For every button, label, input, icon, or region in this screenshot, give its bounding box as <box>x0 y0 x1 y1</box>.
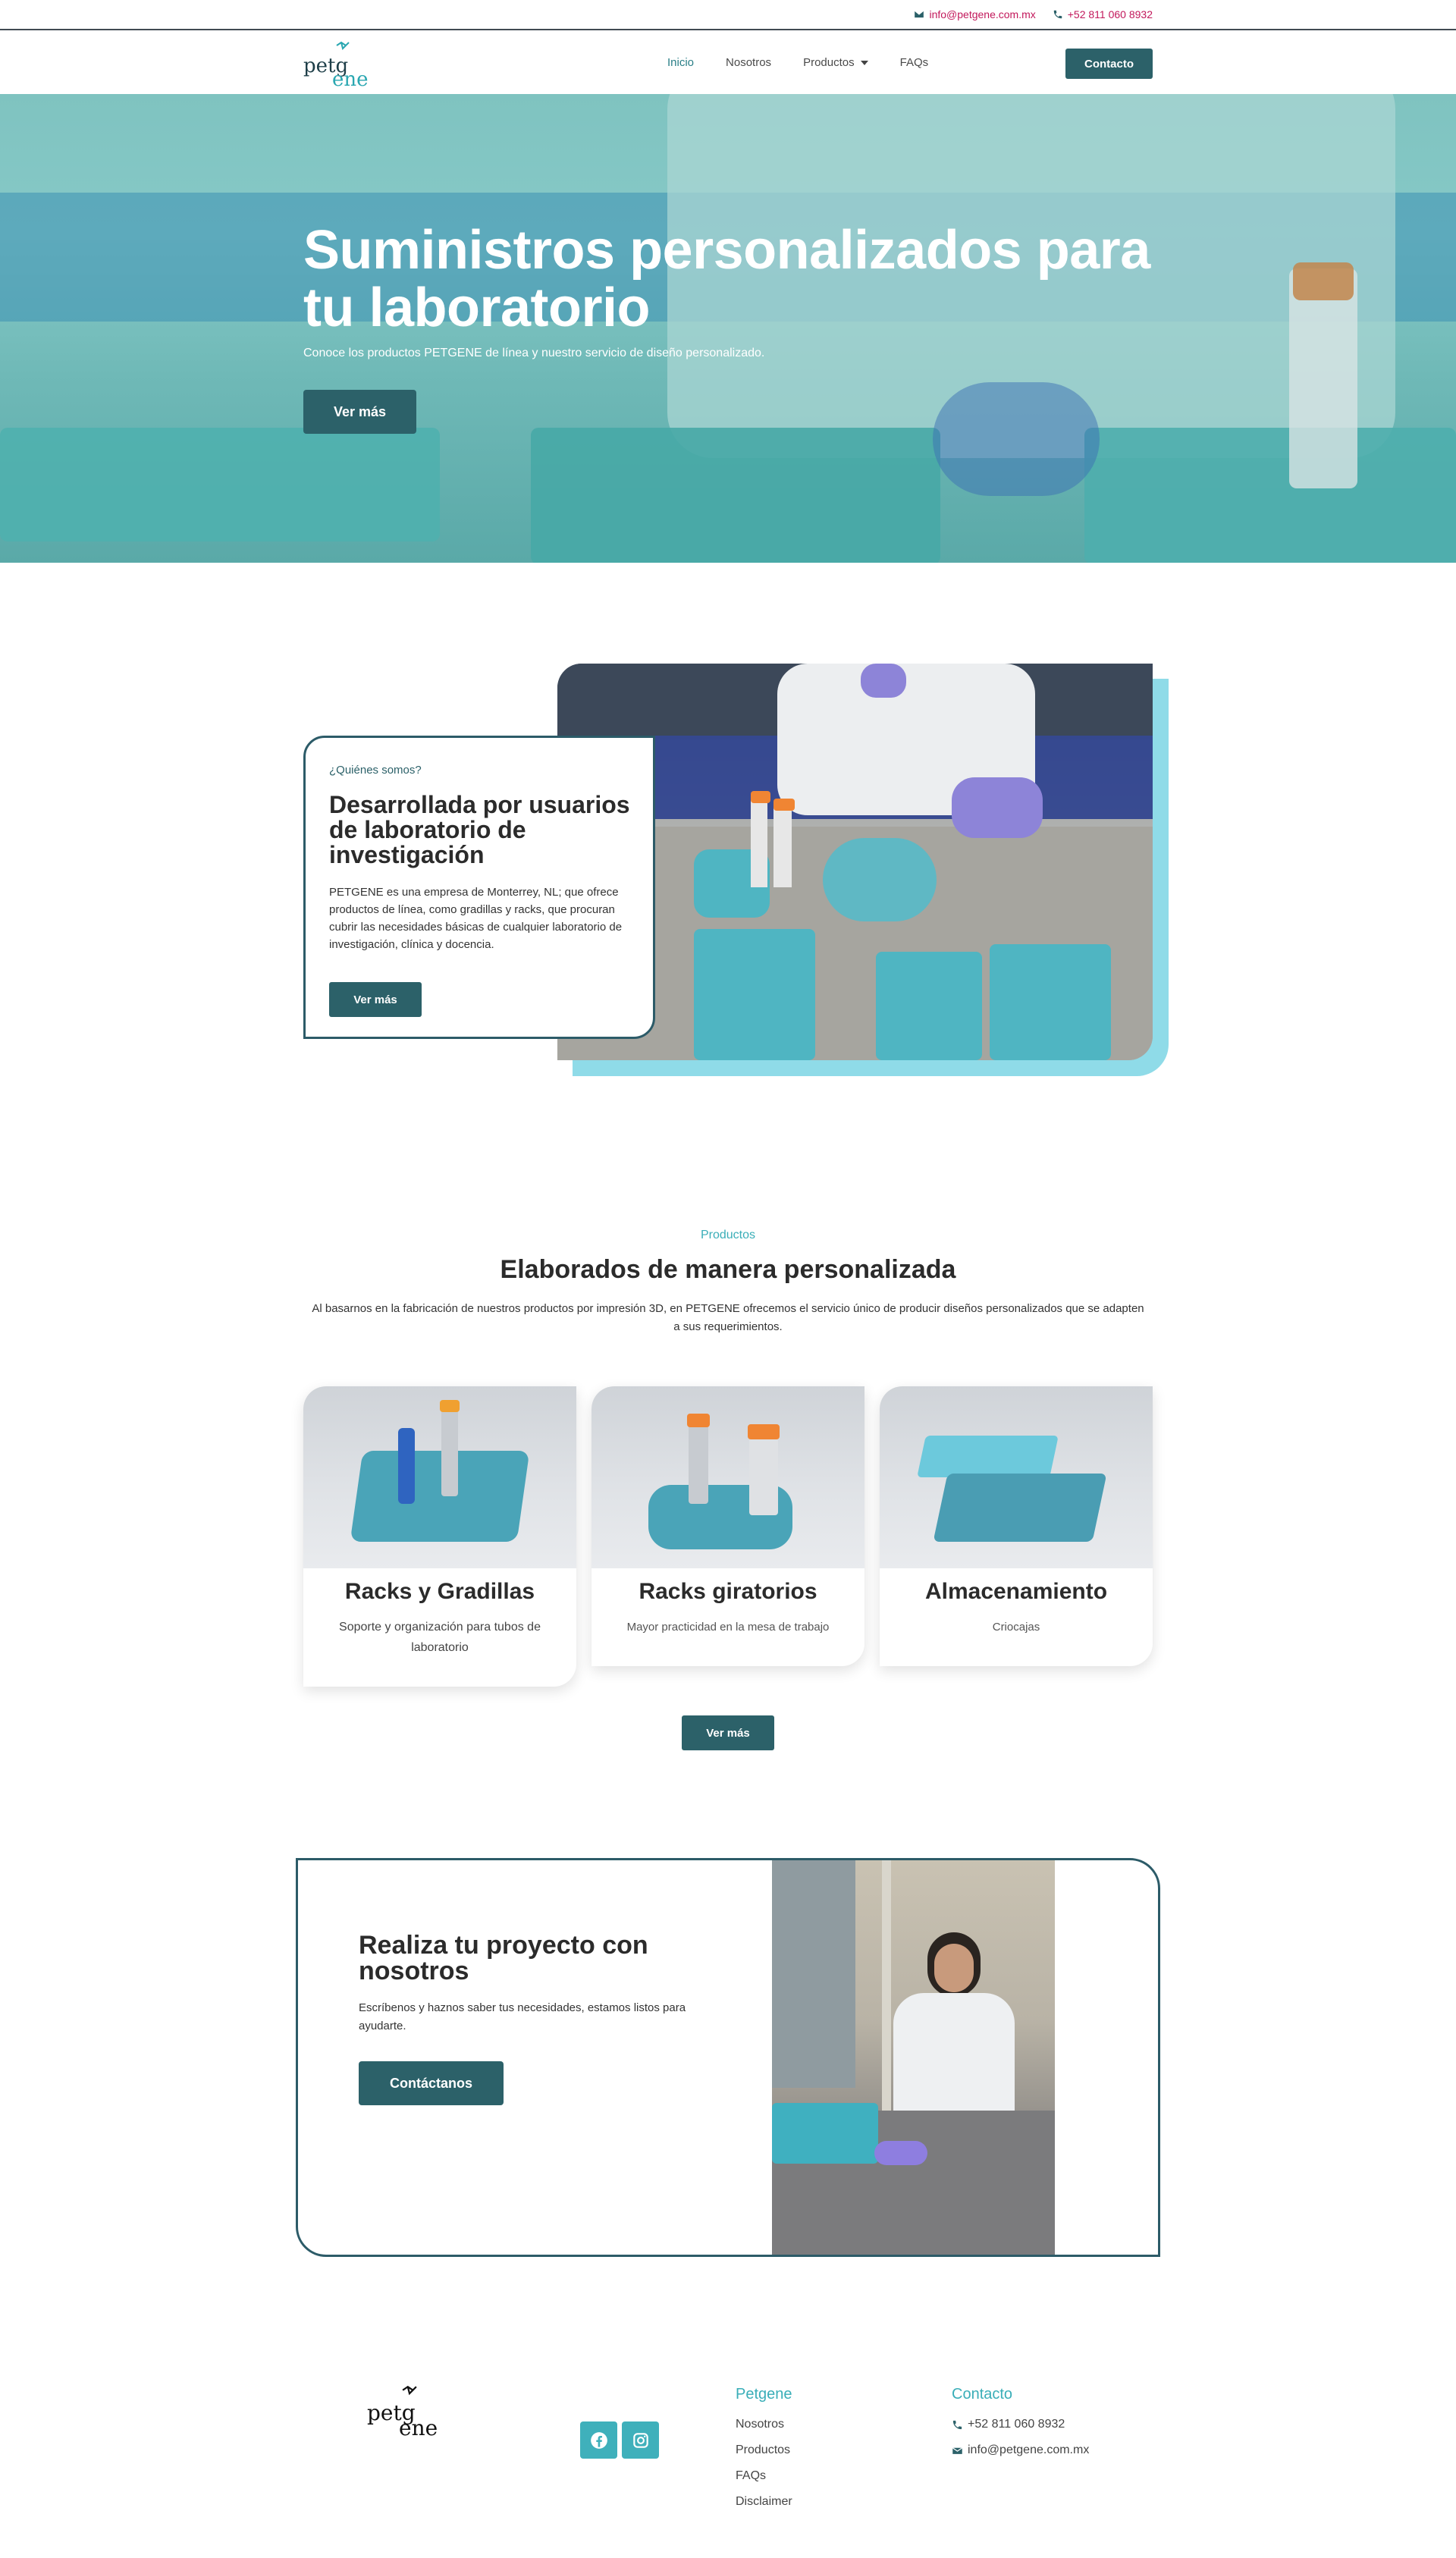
footer-logo[interactable]: petg ene <box>364 2385 455 2446</box>
instagram-link[interactable] <box>622 2421 659 2459</box>
top-bar: info@petgene.com.mx +52 811 060 8932 <box>0 0 1456 30</box>
logo-text-2: ene <box>332 68 369 91</box>
nav-item-inicio[interactable]: Inicio <box>667 56 694 69</box>
topbar-phone-link[interactable]: +52 811 060 8932 <box>1053 8 1153 20</box>
nav-menu: Inicio Nosotros Productos FAQs <box>667 56 928 69</box>
topbar-contact: info@petgene.com.mx +52 811 060 8932 <box>914 8 1153 20</box>
envelope-icon <box>952 2447 963 2454</box>
footer-link-nosotros[interactable]: Nosotros <box>736 2418 784 2431</box>
product-title-racks: Racks y Gradillas <box>344 1579 535 1604</box>
footer-petgene-title: Petgene <box>736 2386 792 2403</box>
product-title-racks-giratorios: Racks giratorios <box>639 1579 817 1604</box>
topbar-email-text: info@petgene.com.mx <box>929 8 1036 20</box>
about-text: PETGENE es una empresa de Monterrey, NL;… <box>329 886 623 951</box>
hero-ver-mas-button[interactable]: Ver más <box>303 390 416 434</box>
cta-contactanos-button[interactable]: Contáctanos <box>359 2061 504 2105</box>
product-card-racks[interactable]: Racks y Gradillas Soporte y organización… <box>303 1386 576 1687</box>
contact-button[interactable]: Contacto <box>1065 49 1153 79</box>
products-eyebrow: Productos <box>700 1229 756 1241</box>
chevron-down-icon <box>860 61 868 66</box>
topbar-phone-text: +52 811 060 8932 <box>1067 8 1153 20</box>
footer-contacto-title: Contacto <box>952 2386 1013 2403</box>
footer-phone[interactable]: +52 811 060 8932 <box>952 2418 1065 2431</box>
hero-subtitle: Conoce los productos PETGENE de línea y … <box>303 347 765 359</box>
product-subtitle-racks: Soporte y organización para tubos de lab… <box>339 1621 541 1654</box>
topbar-email-link[interactable]: info@petgene.com.mx <box>914 8 1036 20</box>
footer-phone-text: +52 811 060 8932 <box>968 2418 1065 2431</box>
product-image-almacenamiento <box>880 1386 1153 1568</box>
product-title-almacenamiento: Almacenamiento <box>924 1579 1108 1604</box>
about-title: Desarrollada por usuarios de laboratorio… <box>329 791 630 868</box>
phone-icon <box>952 2420 962 2429</box>
envelope-icon <box>915 11 924 18</box>
footer-logo-text-2: ene <box>399 2415 438 2440</box>
footer-link-productos[interactable]: Productos <box>736 2443 790 2457</box>
facebook-link[interactable] <box>580 2421 617 2459</box>
product-card-almacenamiento[interactable]: Almacenamiento Criocajas <box>880 1386 1153 1666</box>
nav-item-nosotros[interactable]: Nosotros <box>726 56 771 69</box>
product-image-racks <box>303 1386 576 1568</box>
footer-email[interactable]: info@petgene.com.mx <box>952 2443 1089 2457</box>
cta-section: Realiza tu proyecto con nosotros Escríbe… <box>296 1858 1160 2257</box>
footer-link-faqs[interactable]: FAQs <box>736 2469 766 2483</box>
main-nav: petg ene Inicio Nosotros Productos FAQs … <box>0 32 1456 94</box>
product-image-racks-giratorios <box>592 1386 864 1568</box>
hero-section: Suministros personalizados para tu labor… <box>0 94 1456 563</box>
facebook-icon <box>590 2431 607 2449</box>
cta-title: Realiza tu proyecto con nosotros <box>359 1931 648 1985</box>
nav-item-productos-label: Productos <box>803 56 855 69</box>
nav-item-productos[interactable]: Productos <box>803 56 868 69</box>
hero-title: Suministros personalizados para tu labor… <box>303 220 1150 338</box>
products-description: Al basarnos en la fabricación de nuestro… <box>312 1302 1144 1333</box>
products-ver-mas-button[interactable]: Ver más <box>682 1715 774 1750</box>
molecule-icon <box>402 2385 417 2396</box>
about-eyebrow: ¿Quiénes somos? <box>329 764 422 777</box>
product-subtitle-almacenamiento: Criocajas <box>992 1621 1040 1634</box>
nav-item-faqs[interactable]: FAQs <box>900 56 929 69</box>
instagram-icon <box>632 2432 648 2448</box>
product-subtitle-racks-giratorios: Mayor practicidad en la mesa de trabajo <box>626 1621 830 1634</box>
footer-email-text: info@petgene.com.mx <box>968 2443 1090 2456</box>
molecule-icon <box>336 41 350 50</box>
logo[interactable]: petg ene <box>303 41 379 91</box>
about-card: ¿Quiénes somos? Desarrollada por usuario… <box>303 736 655 1039</box>
cta-text: Escríbenos y haznos saber tus necesidade… <box>359 2001 686 2032</box>
product-card-racks-giratorios[interactable]: Racks giratorios Mayor practicidad en la… <box>592 1386 864 1666</box>
phone-icon <box>1053 10 1062 19</box>
cta-scientist-photo <box>772 1860 1055 2255</box>
products-title: Elaborados de manera personalizada <box>500 1255 956 1284</box>
about-ver-mas-button[interactable]: Ver más <box>329 982 422 1017</box>
footer-link-disclaimer[interactable]: Disclaimer <box>736 2495 792 2509</box>
